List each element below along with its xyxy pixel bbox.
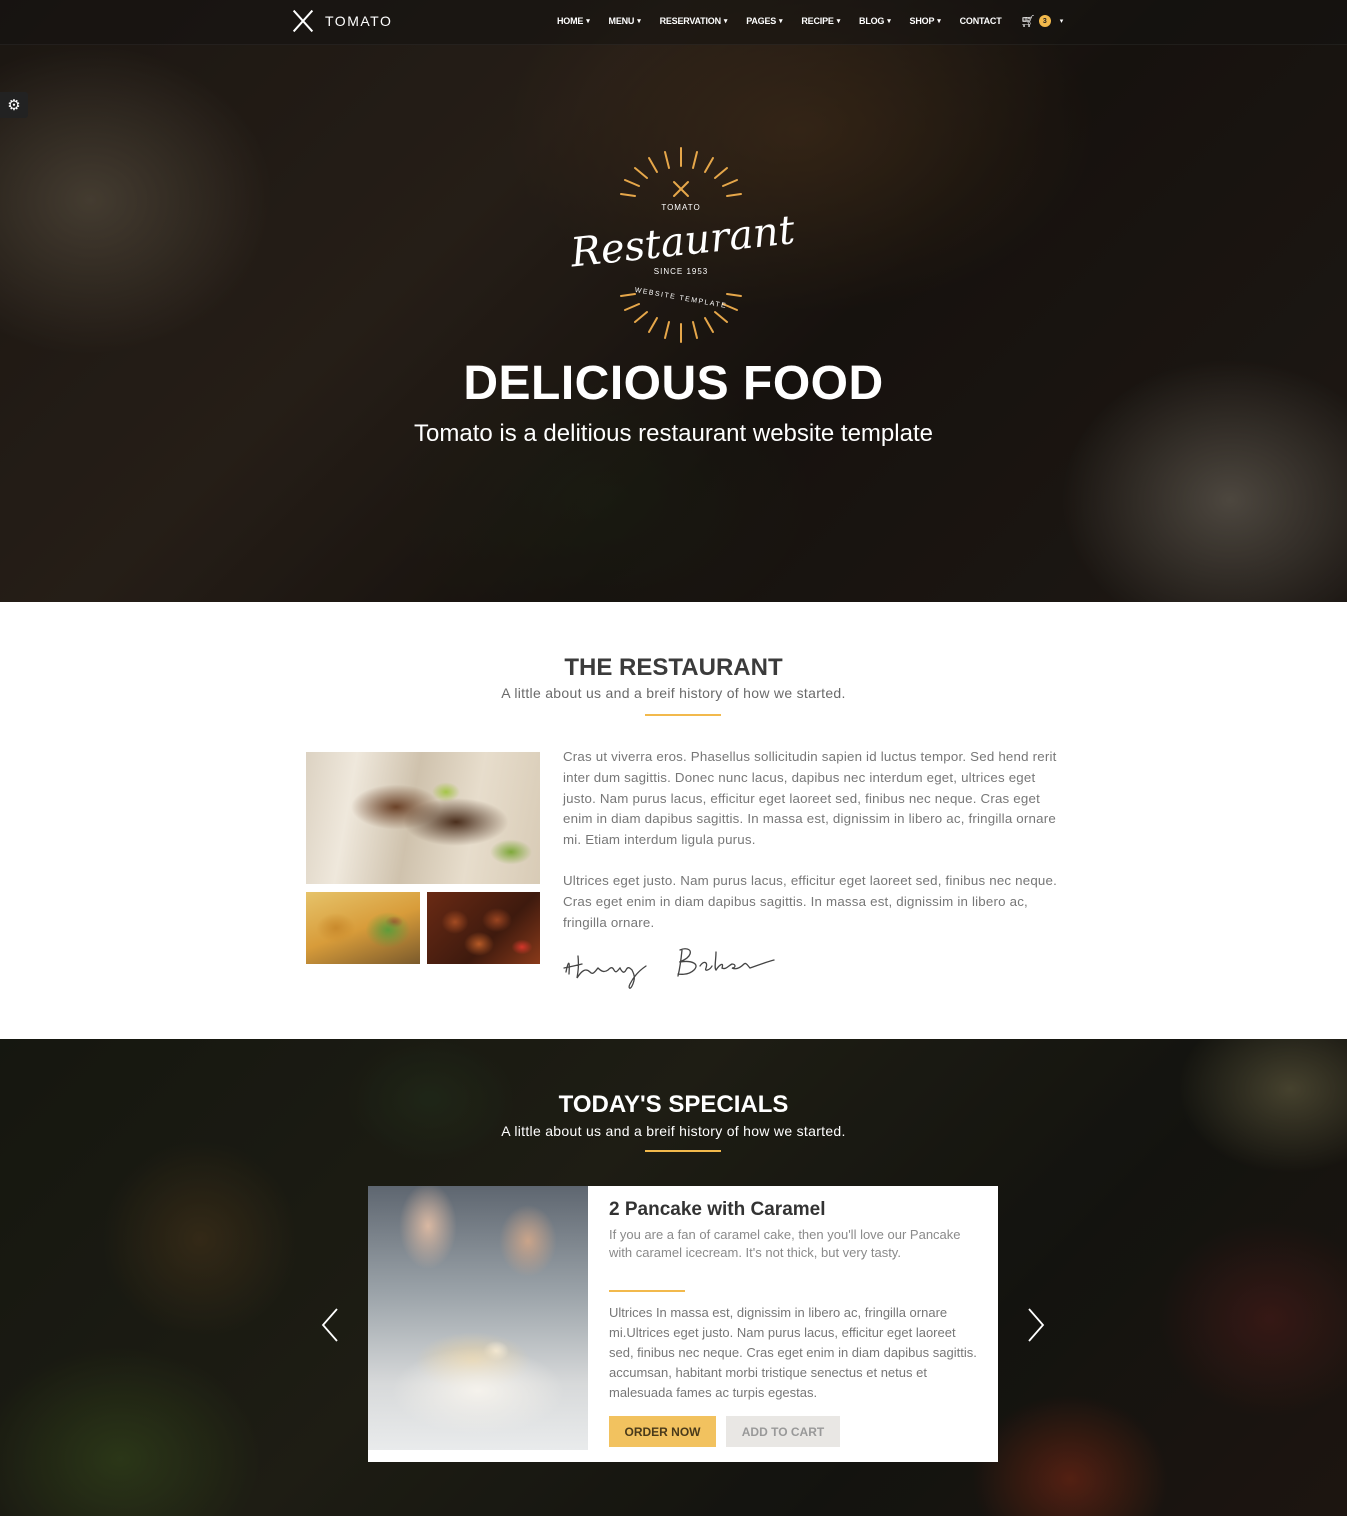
nav-item-shop[interactable]: SHOP ▾ [910, 16, 941, 26]
grilled-chicken-photo [306, 752, 540, 884]
hero-subtitle: Tomato is a delitious restaurant website… [414, 420, 933, 447]
chevron-down-icon: ▾ [1059, 18, 1064, 25]
nav-item-pages[interactable]: PAGES ▾ [746, 16, 782, 26]
accent-divider [609, 1290, 685, 1292]
top-navbar: TOMATO HOME ▾ MENU ▾ RESERVATION ▾ PAGES ▾ R… [0, 0, 1347, 45]
cart-count-badge: 3 [1038, 15, 1051, 27]
nav-label: RECIPE [801, 16, 834, 26]
settings-toggle[interactable]: ⚙ [0, 92, 28, 118]
nav-label: SHOP [909, 16, 935, 26]
hero-section: TOMATO HOME ▾ MENU ▾ RESERVATION ▾ PAGES ▾ R… [0, 0, 1347, 602]
dish-name: 2 Pancake with Caramel [609, 1199, 826, 1220]
pancake-photo [368, 1186, 588, 1450]
dish-description: Ultrices In massa est, dignissim in libe… [609, 1305, 977, 1400]
badge-since-text: SINCE 1953 [654, 267, 708, 276]
chevron-right-icon [1028, 1308, 1045, 1342]
nav-item-reservation[interactable]: RESERVATION ▾ [660, 16, 728, 26]
owner-signature [563, 948, 775, 989]
nav-item-menu[interactable]: MENU ▾ [609, 16, 641, 26]
nav-item-contact[interactable]: CONTACT [960, 16, 1002, 26]
chevron-down-icon: ▾ [887, 18, 891, 25]
badge-top-text: TOMATO [661, 203, 700, 212]
special-dish-card: 2 Pancake with Caramel If you are a fan … [368, 1186, 998, 1462]
badge-arc-text: WEBSITE TEMPLATE [634, 287, 728, 310]
nav-label: BLOG [859, 16, 885, 26]
chevron-down-icon: ▾ [836, 18, 841, 25]
section-subtitle: A little about us and a breif history of… [501, 1123, 846, 1139]
section-title: THE RESTAURANT [564, 654, 783, 681]
dish-intro: If you are a fan of caramel cake, then y… [609, 1227, 961, 1260]
about-paragraph: Cras ut viverra eros. Phasellus sollicit… [563, 749, 1057, 848]
chevron-down-icon: ▾ [723, 18, 728, 25]
nav-item-home[interactable]: HOME ▾ [557, 16, 590, 26]
brand-logo[interactable]: TOMATO [291, 8, 392, 34]
nav-label: PAGES [746, 16, 777, 26]
chevron-down-icon: ▾ [586, 18, 590, 25]
meatballs-photo [427, 892, 540, 964]
brand-name: TOMATO [325, 13, 393, 29]
accent-divider [645, 1150, 721, 1152]
gear-icon: ⚙ [7, 97, 21, 114]
section-title: TODAY'S SPECIALS [558, 1091, 789, 1118]
carousel-next-button[interactable] [1026, 1307, 1046, 1343]
specials-section: TODAY'S SPECIALS A little about us and a… [0, 1039, 1347, 1516]
hero-title: DELICIOUS FOOD [463, 357, 884, 410]
cart-button[interactable]: 🛒︎ 3 ▾ [1021, 14, 1064, 28]
chevron-down-icon: ▾ [637, 18, 641, 25]
accent-divider [645, 714, 721, 716]
restaurant-logo-badge: TOMATO Restaurant SINCE 1953 WEBSITE TEM… [567, 147, 798, 343]
restaurant-section: THE RESTAURANT A little about us and a b… [0, 602, 1347, 1039]
nav-item-recipe[interactable]: RECIPE ▾ [801, 16, 840, 26]
chevron-down-icon: ▾ [779, 18, 783, 25]
add-to-cart-button[interactable]: ADD TO CART [726, 1416, 840, 1447]
chevron-left-icon [321, 1308, 338, 1342]
order-now-button[interactable]: ORDER NOW [609, 1416, 716, 1447]
nav-label: RESERVATION [659, 16, 722, 26]
chevron-down-icon: ▾ [937, 18, 941, 25]
soup-salad-photo [306, 892, 420, 964]
carousel-prev-button[interactable] [320, 1307, 340, 1343]
nav-label: MENU [608, 16, 635, 26]
shopping-cart-icon: 🛒︎ [1020, 14, 1036, 28]
main-nav: HOME ▾ MENU ▾ RESERVATION ▾ PAGES ▾ RECIPE ▾ … [557, 0, 1063, 42]
cross-utensils-icon [291, 8, 315, 34]
about-paragraph: Ultrices eget justo. Nam purus lacus, ef… [563, 873, 1058, 930]
nav-label: HOME [557, 16, 584, 26]
nav-label: CONTACT [959, 16, 1002, 26]
nav-item-blog[interactable]: BLOG ▾ [859, 16, 891, 26]
section-subtitle: A little about us and a breif history of… [501, 685, 846, 701]
